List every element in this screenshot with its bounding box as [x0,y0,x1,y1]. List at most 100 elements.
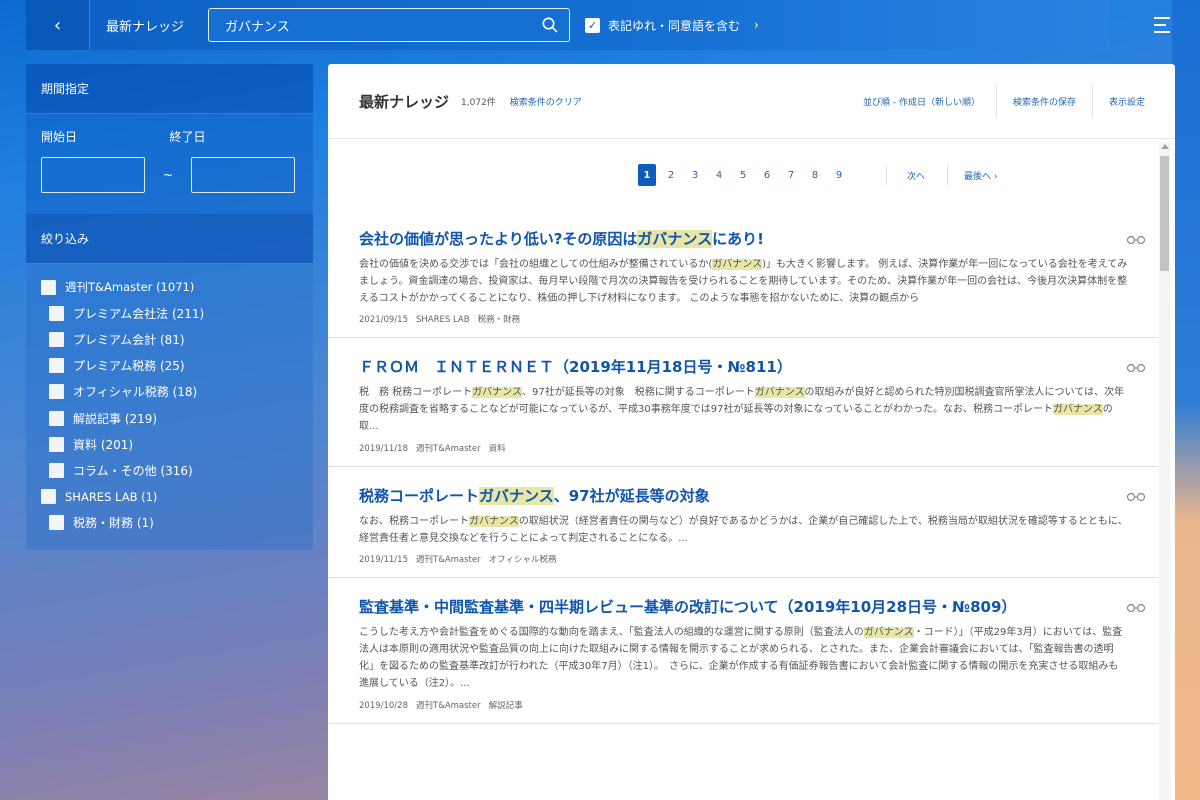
filter-label: プレミアム会計 (81) [73,332,185,347]
article-item: ＦＲＯＭ ＩＮＴＥＲＮＥＴ（2019年11月18日号・№811） 税 務 税務コー… [328,338,1158,467]
filter-label: 資料 (201) [73,437,134,452]
filter-checkbox[interactable] [49,410,64,426]
article-date: 2019/11/18 [359,443,408,454]
start-date-input[interactable] [41,157,145,193]
glasses-icon[interactable] [1126,233,1146,245]
glasses-icon[interactable] [1126,490,1146,502]
article-item: 税務コーポレートガバナンス、97社が延長等の対象なお、税務コーポレートガバナンス… [328,467,1158,579]
filter-list: 週刊T&Amaster (1071) プレミアム会社法 (211) プレミアム会計 … [26,264,313,550]
search-icon[interactable] [541,16,559,34]
filter-item[interactable]: 解説記事 (219) [26,405,313,431]
title-text: ＦＲＯＭ ＩＮＴＥＲＮＥＴ（2019年11月18日号・№811） [359,358,792,377]
excerpt-text: 会社の価値を決める交渉では「会社の組織としての仕組みが整備されているか( [359,259,713,270]
filter-item[interactable]: SHARES LAB (1) [26,484,313,510]
scroll-up-arrow-icon[interactable] [1161,144,1169,149]
synonym-option[interactable]: ✓ 表記ゆれ・同意語を含む › [585,17,759,34]
filter-item[interactable]: プレミアム税務 (25) [26,353,313,379]
synonym-checkbox[interactable]: ✓ [585,17,600,33]
clear-search-link[interactable]: 検索条件のクリア [510,95,582,108]
save-search-link[interactable]: 検索条件の保存 [995,84,1092,118]
article-source: 週刊T&Amaster [416,443,481,454]
period-body: 開始日 終了日 ~ [26,114,313,214]
synonym-label: 表記ゆれ・同意語を含む [608,18,741,33]
article-title-link[interactable]: ＦＲＯＭ ＩＮＴＥＲＮＥＴ（2019年11月18日号・№811） [359,355,1128,379]
background-right-strip [1172,0,1200,800]
search-box[interactable] [208,8,570,42]
main-header: 最新ナレッジ 1,072件 検索条件のクリア 並び順 - 作成日（新しい順） 検… [328,64,1175,139]
search-input[interactable] [225,17,541,33]
excerpt-text: 、97社が延長等の対象 税務に関するコーポレート [522,387,755,399]
article-item: 会社の価値が思ったより低い?その原因はガバナンスにあり! 会社の価値を決める交渉で… [328,210,1158,339]
filter-item[interactable]: コラム・その他 (316) [26,457,313,483]
filter-checkbox[interactable] [41,489,56,505]
article-source: SHARES LAB [416,315,470,326]
chevron-right-icon: › [754,18,759,32]
title-text: 会社の価値が思ったより低い?その原因は [359,230,638,248]
keyword-highlight: ガバナンス [637,230,713,248]
page-link[interactable]: 4 [710,164,728,186]
filter-checkbox[interactable] [49,515,64,531]
article-meta: 2019/11/15 週刊T&Amaster オフィシャル税務 [359,553,1128,565]
page-link[interactable]: 5 [734,164,752,186]
main-panel: 最新ナレッジ 1,072件 検索条件のクリア 並び順 - 作成日（新しい順） 検… [328,64,1175,800]
excerpt-text: なお、税務コーポレート [359,515,469,527]
filter-label: プレミアム税務 (25) [73,359,185,374]
filter-item[interactable]: 資料 (201) [26,431,313,457]
filter-checkbox[interactable] [49,331,64,347]
end-date-input[interactable] [191,157,295,193]
title-text: 税務コーポレート [359,486,480,505]
display-settings-link[interactable]: 表示設定 [1091,84,1175,118]
sort-dropdown[interactable]: 並び順 - 作成日（新しい順） [847,84,996,118]
article-excerpt: 会社の価値を決める交渉では「会社の組織としての仕組みが整備されているか(ガバナン… [359,257,1128,307]
glasses-icon[interactable] [1126,361,1146,373]
page-link[interactable]: 3 [686,164,704,186]
date-range-separator: ~ [162,168,174,182]
article-meta: 2021/09/15 SHARES LAB 税務・財務 [359,313,1128,325]
filter-item[interactable]: プレミアム会計 (81) [26,326,313,352]
filter-label: プレミアム会社法 (211) [73,306,205,321]
article-source: 週刊T&Amaster [416,700,481,711]
top-bar: ‹ 最新ナレッジ ✓ 表記ゆれ・同意語を含む › [26,0,1110,50]
filter-item[interactable]: プレミアム会社法 (211) [26,300,313,326]
article-title-link[interactable]: 会社の価値が思ったより低い?その原因はガバナンスにあり! [359,227,1128,251]
next-page-link[interactable]: 次へ [907,169,925,182]
period-heading: 期間指定 [26,64,313,114]
filter-checkbox[interactable] [41,279,56,295]
article-title-link[interactable]: 税務コーポレートガバナンス、97社が延長等の対象 [359,484,1128,508]
pagination: 1 2 3 4 5 6 7 8 9 次へ 最後へ › [328,140,1158,210]
filter-checkbox[interactable] [49,462,64,478]
article-excerpt: なお、税務コーポレートガバナンスの取組状況（経営者責任の関与など）が良好であるか… [359,514,1128,548]
filter-checkbox[interactable] [49,358,64,374]
title-text: にあり! [712,230,764,248]
filter-item[interactable]: オフィシャル税務 (18) [26,379,313,405]
last-page-link[interactable]: 最後へ › [964,169,997,182]
article-category: オフィシャル税務 [488,555,557,566]
page-link[interactable]: 1 [638,164,656,186]
filter-checkbox[interactable] [49,305,64,321]
filter-label: コラム・その他 (316) [73,463,193,478]
article-category: 税務・財務 [477,315,521,326]
page-link[interactable]: 9 [830,164,848,186]
filter-item[interactable]: 税務・財務 (1) [26,510,313,536]
excerpt-text: 税 務 税務コーポレート [359,387,473,399]
keyword-highlight: ガバナンス [754,387,805,399]
pagination-divider [886,165,887,185]
article-category: 解説記事 [488,700,523,711]
glasses-icon[interactable] [1126,601,1146,613]
page-link[interactable]: 2 [662,164,680,186]
back-button[interactable]: ‹ [26,0,90,50]
filter-checkbox[interactable] [49,384,64,400]
filter-item[interactable]: 週刊T&Amaster (1071) [26,274,313,300]
keyword-highlight: ガバナンス [472,387,522,399]
page-link[interactable]: 6 [758,164,776,186]
page-link[interactable]: 8 [806,164,824,186]
filter-label: 解説記事 (219) [73,411,158,426]
scroll-thumb[interactable] [1160,156,1169,271]
hamburger-menu-icon[interactable] [1154,12,1180,38]
article-title-link[interactable]: 監査基準・中間監査基準・四半期レビュー基準の改訂について（2019年10月28日… [359,595,1128,619]
scrollbar[interactable] [1159,142,1170,800]
article-date: 2019/11/15 [359,555,408,566]
filter-checkbox[interactable] [49,436,64,452]
page-link[interactable]: 7 [782,164,800,186]
page-title: 最新ナレッジ [359,92,450,111]
